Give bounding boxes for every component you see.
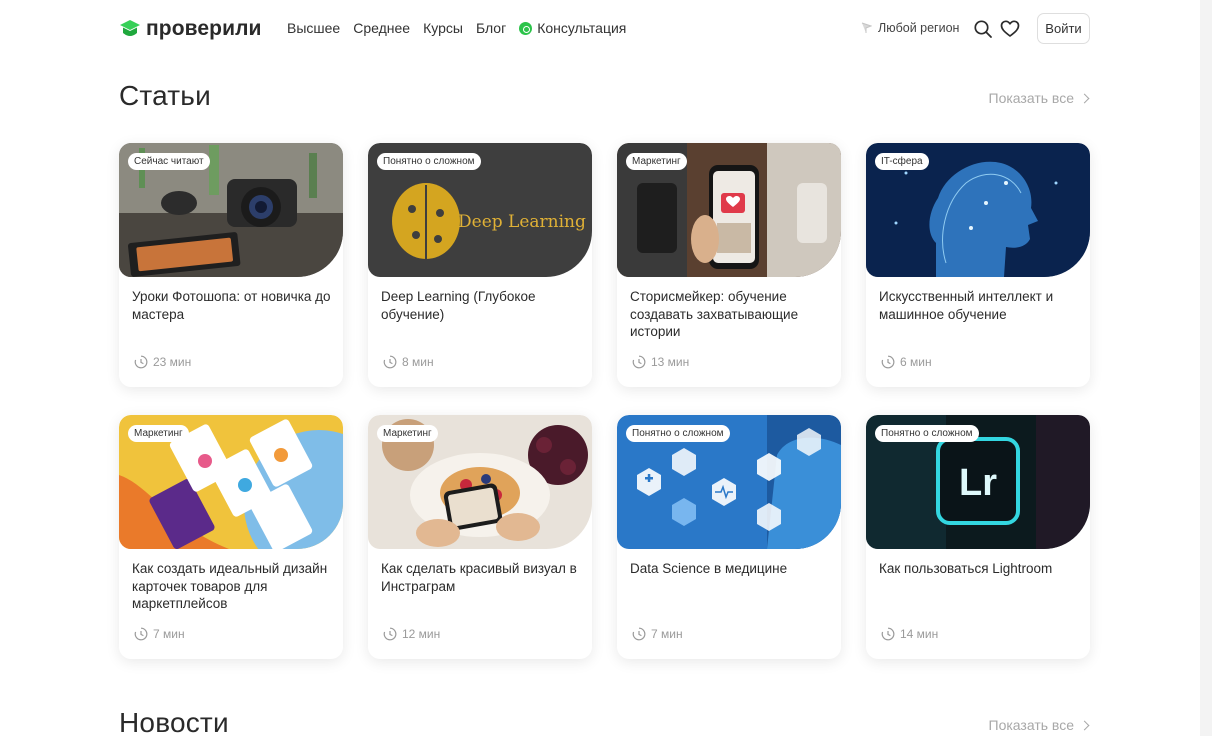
article-card[interactable]: Deep Learning Понятно о сложном Deep Lea… — [368, 143, 592, 387]
reading-time-label: 14 мин — [900, 627, 939, 641]
articles-show-all-link[interactable]: Показать все — [988, 90, 1090, 106]
reading-time: 8 мин — [383, 355, 434, 369]
article-title: Сторисмейкер: обучение создавать захваты… — [630, 289, 799, 339]
logo-icon — [120, 20, 140, 36]
clock-icon — [383, 627, 397, 641]
article-card[interactable]: Понятно о сложном Data Science в медицин… — [617, 415, 841, 659]
chevron-right-icon — [1079, 720, 1090, 730]
reading-time: 6 мин — [881, 355, 932, 369]
article-card[interactable]: Lr Понятно о сложном Как пользоваться Li… — [866, 415, 1090, 659]
show-all-label: Показать все — [988, 90, 1074, 106]
reading-time-label: 23 мин — [153, 355, 192, 369]
article-title: Deep Learning (Глубокое обучение) — [381, 289, 536, 322]
clock-icon — [383, 355, 397, 369]
reading-time-label: 7 мин — [651, 627, 683, 641]
article-badge: Понятно о сложном — [875, 425, 979, 442]
clock-icon — [632, 627, 646, 641]
deep-learning-image-text: Deep Learning — [458, 212, 586, 232]
article-badge: Понятно о сложном — [377, 153, 481, 170]
nav-item-consultation[interactable]: Консультация — [519, 20, 626, 36]
reading-time-label: 7 мин — [153, 627, 185, 641]
article-title: Как пользоваться Lightroom — [879, 561, 1053, 576]
reading-time-label: 12 мин — [402, 627, 441, 641]
clock-icon — [881, 355, 895, 369]
reading-time-label: 8 мин — [402, 355, 434, 369]
main-nav: Высшее Среднее Курсы Блог Консультация — [287, 20, 639, 36]
article-card[interactable]: Маркетинг Сторисмейкер: обучение создава… — [617, 143, 841, 387]
article-title: Data Science в медицине — [630, 561, 788, 576]
news-section-title: Новости — [119, 707, 229, 736]
clock-icon — [632, 355, 646, 369]
article-badge: Понятно о сложном — [626, 425, 730, 442]
reading-time: 7 мин — [134, 627, 185, 641]
reading-time: 7 мин — [632, 627, 683, 641]
article-card[interactable]: IT-сфера Искусственный интеллект и машин… — [866, 143, 1090, 387]
location-flag-icon — [861, 22, 872, 33]
site-logo[interactable]: проверили — [119, 17, 262, 41]
reading-time-label: 13 мин — [651, 355, 690, 369]
lightroom-logo-text: Lr — [959, 462, 997, 504]
logo-text: проверили — [146, 17, 262, 40]
article-badge: Маркетинг — [377, 425, 438, 442]
news-show-all-link[interactable]: Показать все — [988, 717, 1090, 733]
nav-item-higher[interactable]: Высшее — [287, 20, 340, 36]
search-icon[interactable] — [973, 19, 993, 39]
login-button[interactable]: Войти — [1037, 13, 1090, 44]
article-badge: Сейчас читают — [128, 153, 210, 170]
nav-item-blog[interactable]: Блог — [476, 20, 506, 36]
article-card[interactable]: Сейчас читают Уроки Фотошопа: от новичка… — [119, 143, 343, 387]
favorites-heart-icon[interactable] — [1000, 19, 1020, 39]
consultation-label: Консультация — [537, 20, 627, 36]
reading-time-label: 6 мин — [900, 355, 932, 369]
reading-time: 12 мин — [383, 627, 440, 641]
reading-time: 14 мин — [881, 627, 938, 641]
show-all-label: Показать все — [988, 717, 1074, 733]
reading-time: 23 мин — [134, 355, 191, 369]
nav-item-courses[interactable]: Курсы — [423, 20, 463, 36]
region-selector[interactable]: Любой регион — [861, 21, 959, 35]
article-badge: Маркетинг — [626, 153, 687, 170]
site-header: проверили Высшее Среднее Курсы Блог Конс… — [0, 0, 1212, 58]
region-label: Любой регион — [878, 21, 960, 35]
clock-icon — [134, 355, 148, 369]
clock-icon — [134, 627, 148, 641]
chevron-right-icon — [1079, 93, 1090, 103]
article-badge: Маркетинг — [128, 425, 189, 442]
article-card[interactable]: Маркетинг Как создать идеальный дизайн к… — [119, 415, 343, 659]
article-card[interactable]: Маркетинг Как сделать красивый визуал в … — [368, 415, 592, 659]
nav-item-secondary[interactable]: Среднее — [353, 20, 410, 36]
article-title: Уроки Фотошопа: от новичка до мастера — [132, 289, 331, 322]
article-title: Искусственный интеллект и машинное обуче… — [879, 289, 1054, 322]
reading-time: 13 мин — [632, 355, 689, 369]
whatsapp-icon — [519, 21, 533, 35]
page-scrollbar[interactable] — [1200, 0, 1212, 736]
article-title: Как создать идеальный дизайн карточек то… — [132, 561, 328, 611]
clock-icon — [881, 627, 895, 641]
article-title: Как сделать красивый визуал в Инстраграм — [381, 561, 577, 594]
articles-section-title: Статьи — [119, 80, 211, 111]
article-badge: IT-сфера — [875, 153, 929, 170]
